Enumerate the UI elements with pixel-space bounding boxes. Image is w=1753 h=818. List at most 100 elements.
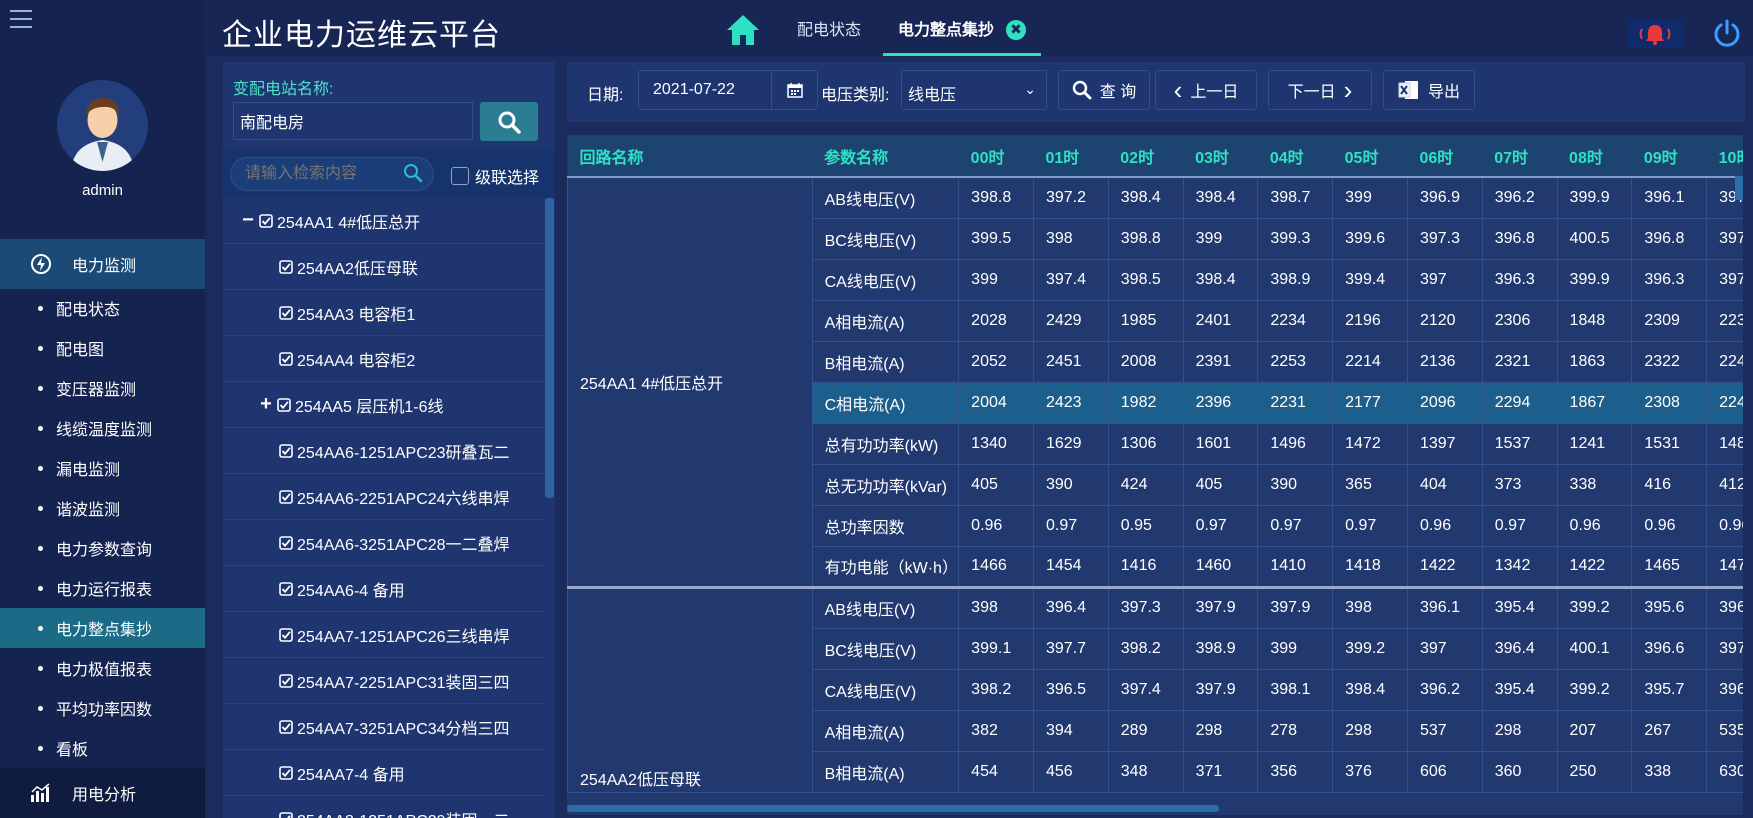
- avatar[interactable]: [57, 80, 148, 171]
- tree-item[interactable]: 254AA7-2251APC31装固三四: [223, 658, 545, 704]
- menu-group-label: 用电分析: [72, 787, 137, 804]
- value-cell: 1531: [1631, 422, 1708, 465]
- sidebar-item-harmonic-monitoring[interactable]: 谐波监测: [0, 488, 205, 528]
- tree-item[interactable]: 254AA3 电容柜1: [223, 290, 545, 336]
- voltage-type-select[interactable]: 线电压 ⌄: [901, 70, 1047, 110]
- tree-item[interactable]: 254AA6-2251APC24六线串焊: [223, 474, 545, 520]
- checkbox-checked-icon[interactable]: [279, 535, 293, 550]
- station-name-input[interactable]: [233, 102, 473, 140]
- value-cell: 1418: [1332, 545, 1408, 588]
- column-header[interactable]: 08时: [1557, 135, 1632, 178]
- calendar-icon[interactable]: [771, 71, 817, 109]
- sidebar-item-transformer-monitoring[interactable]: 变压器监测: [0, 368, 205, 408]
- value-cell: 398.5: [1107, 258, 1184, 301]
- checkbox-checked-icon[interactable]: [279, 489, 293, 504]
- checkbox[interactable]: [451, 167, 469, 185]
- sidebar-item-parameter-query[interactable]: 电力参数查询: [0, 528, 205, 568]
- checkbox-checked-icon[interactable]: [279, 811, 293, 818]
- sidebar-item-label: 漏电监测: [56, 462, 121, 479]
- checkbox-checked-icon[interactable]: [279, 305, 293, 320]
- sidebar-item-extreme-report[interactable]: 电力极值报表: [0, 648, 205, 688]
- checkbox-checked-icon[interactable]: [279, 719, 293, 734]
- value-cell: 298: [1481, 709, 1558, 752]
- cascade-label: 级联选择: [475, 170, 540, 187]
- column-header[interactable]: 02时: [1108, 135, 1184, 178]
- tree-item[interactable]: +254AA5 层压机1-6线: [223, 382, 545, 428]
- column-header[interactable]: 06时: [1407, 135, 1483, 178]
- sidebar-item-distribution-status[interactable]: 配电状态: [0, 288, 205, 328]
- table-row[interactable]: 254AA2低压母联 AB线电压(V) 398 396.4 397.3 397.9 397.…: [567, 585, 1743, 793]
- home-icon[interactable]: [725, 12, 761, 48]
- checkbox-checked-icon[interactable]: [279, 627, 293, 642]
- checkbox-checked-icon[interactable]: [277, 397, 291, 412]
- column-header[interactable]: 回路名称: [567, 135, 813, 178]
- sidebar-item-hourly-reading[interactable]: 电力整点集抄: [0, 608, 205, 648]
- column-header[interactable]: 09时: [1631, 135, 1707, 178]
- checkbox-checked-icon[interactable]: [279, 351, 293, 366]
- column-header[interactable]: 04时: [1257, 135, 1333, 178]
- checkbox-checked-icon[interactable]: [279, 259, 293, 274]
- sidebar-item-leakage-monitoring[interactable]: 漏电监测: [0, 448, 205, 488]
- value-cell: 0.95: [1107, 504, 1184, 547]
- column-header[interactable]: 05时: [1332, 135, 1408, 178]
- parameter-name-cell: 总有功功率(kW): [811, 422, 960, 465]
- close-tab-icon[interactable]: ✖: [1006, 19, 1027, 40]
- tab-hourly-reading[interactable]: 电力整点集抄 ✖: [883, 0, 1042, 56]
- previous-day-button[interactable]: ‹ 上一日: [1155, 70, 1257, 110]
- menu-group-usage-analysis[interactable]: 用电分析: [0, 768, 205, 818]
- column-header[interactable]: 10时: [1706, 135, 1743, 178]
- column-header[interactable]: 03时: [1183, 135, 1258, 178]
- collapse-icon[interactable]: −: [239, 209, 257, 232]
- date-picker[interactable]: 2021-07-22: [638, 70, 818, 110]
- value-cell: 371: [1182, 750, 1259, 793]
- column-header[interactable]: 01时: [1033, 135, 1109, 178]
- value-cell: 2234: [1706, 299, 1743, 342]
- tree-item-label: 254AA5 层压机1-6线: [295, 398, 444, 416]
- tree-item[interactable]: 254AA6-1251APC23研叠瓦二: [223, 428, 545, 474]
- checkbox-checked-icon[interactable]: [279, 765, 293, 780]
- column-header[interactable]: 00时: [958, 135, 1034, 178]
- expand-icon[interactable]: +: [257, 393, 275, 416]
- alarm-bell-icon[interactable]: [1627, 20, 1683, 48]
- hamburger-menu-icon[interactable]: [10, 10, 32, 32]
- tree-item[interactable]: 254AA7-4 备用: [223, 750, 545, 796]
- search-icon[interactable]: [403, 163, 425, 185]
- value-cell: 1465: [1631, 545, 1708, 588]
- tree-item[interactable]: 254AA7-3251APC34分档三四: [223, 704, 545, 750]
- column-header[interactable]: 07时: [1482, 135, 1558, 178]
- sidebar-item-distribution-diagram[interactable]: 配电图: [0, 328, 205, 368]
- next-day-button[interactable]: 下一日 ›: [1268, 70, 1372, 110]
- checkbox-checked-icon[interactable]: [279, 673, 293, 688]
- menu-group-power-monitoring[interactable]: 电力监测: [0, 239, 205, 289]
- value-cell: 412: [1706, 463, 1743, 506]
- tree-item[interactable]: 254AA8-1251APC29装固一二: [223, 796, 545, 818]
- tree-scrollbar[interactable]: [545, 198, 554, 498]
- query-button[interactable]: 查 询: [1058, 70, 1150, 110]
- sidebar-item-cable-temperature[interactable]: 线缆温度监测: [0, 408, 205, 448]
- tree-item[interactable]: 254AA2低压母联: [223, 244, 545, 290]
- value-cell: 2243: [1706, 340, 1743, 383]
- sidebar-item-dashboard[interactable]: 看板: [0, 728, 205, 768]
- sidebar-item-power-factor[interactable]: 平均功率因数: [0, 688, 205, 728]
- horizontal-scrollbar[interactable]: [567, 805, 1219, 812]
- value-cell: 399: [1332, 176, 1408, 219]
- export-button[interactable]: 导出: [1383, 70, 1475, 110]
- value-cell: 396.9: [1406, 176, 1483, 219]
- sidebar-item-operation-report[interactable]: 电力运行报表: [0, 568, 205, 608]
- tree-item[interactable]: 254AA4 电容柜2: [223, 336, 545, 382]
- column-header[interactable]: 参数名称: [812, 135, 959, 178]
- value-cell: 397.5: [1706, 217, 1743, 260]
- checkbox-checked-icon[interactable]: [279, 581, 293, 596]
- tree-item[interactable]: − 254AA1 4#低压总开: [223, 198, 545, 244]
- checkbox-checked-icon[interactable]: [259, 213, 273, 228]
- tree-item[interactable]: 254AA6-4 备用: [223, 566, 545, 612]
- station-search-button[interactable]: [480, 102, 538, 141]
- cascade-select-checkbox[interactable]: 级联选择: [451, 164, 539, 188]
- tree-item[interactable]: 254AA6-3251APC28一二叠焊: [223, 520, 545, 566]
- table-row[interactable]: 254AA1 4#低压总开 AB线电压(V) 398.8 397.2 398.4 398.…: [567, 176, 1743, 588]
- tree-item[interactable]: 254AA7-1251APC26三线串焊: [223, 612, 545, 658]
- vertical-scrollbar[interactable]: [1735, 176, 1743, 200]
- power-icon[interactable]: [1712, 18, 1742, 48]
- tab-distribution-status[interactable]: 配电状态: [797, 16, 861, 40]
- checkbox-checked-icon[interactable]: [279, 443, 293, 458]
